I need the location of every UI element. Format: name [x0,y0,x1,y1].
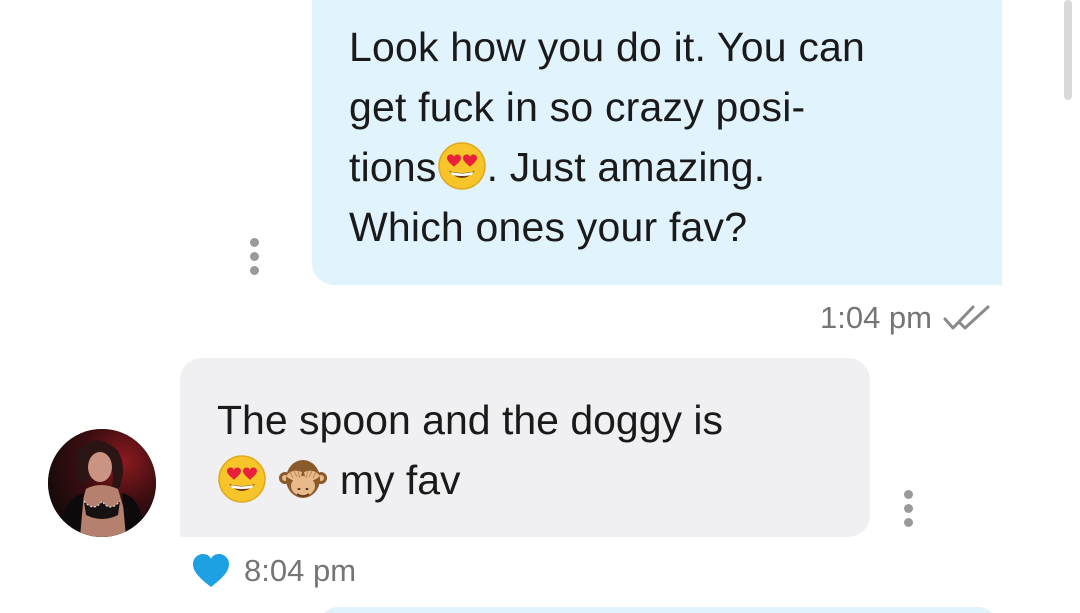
incoming-message-time: 8:04 pm [244,553,357,588]
outgoing-message-meta: 1:04 pm [820,300,992,336]
scrollbar[interactable] [1064,0,1072,100]
incoming-message-bubble[interactable]: The spoon and the doggy is my fav [180,358,870,537]
incoming-message-meta: 8:04 pm [192,553,356,589]
see-no-evil-monkey-emoji-icon [279,460,328,498]
incoming-message-line2: my fav [339,457,461,503]
heart-eyes-emoji-icon [218,455,266,503]
avatar-image [48,429,156,537]
outgoing-message-menu-icon[interactable] [249,238,259,275]
next-message-bubble-partial[interactable] [318,607,998,613]
double-check-icon [943,305,990,330]
incoming-message-text: The spoon and the doggy is my fav [217,390,840,510]
heart-icon[interactable] [192,554,230,588]
chat-screen: Look how you do it. You can get fuck in … [0,0,1080,613]
outgoing-message-time: 1:04 pm [819,300,932,335]
incoming-message-line1: The spoon and the doggy is [217,397,724,443]
outgoing-message-bubble[interactable]: Look how you do it. You can get fuck in … [312,0,1002,285]
incoming-message-menu-icon[interactable] [903,490,913,527]
heart-eyes-emoji-icon [437,142,486,190]
outgoing-message-text: Look how you do it. You can get fuck in … [349,24,866,250]
contact-avatar[interactable] [48,429,156,537]
